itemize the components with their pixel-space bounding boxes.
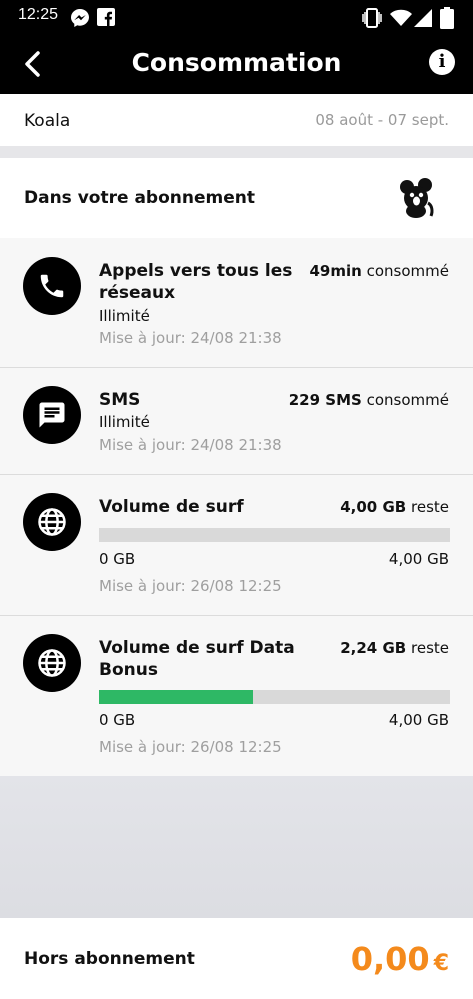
status-bar: 12:25 bbox=[0, 0, 473, 36]
card-title-line1: Volume de surf Data bbox=[99, 638, 295, 658]
usage-value: 229 SMS bbox=[288, 391, 362, 409]
wifi-icon bbox=[390, 9, 412, 27]
bar-min-label: 0 GB bbox=[99, 550, 136, 568]
bar-max-label: 4,00 GB bbox=[388, 711, 449, 729]
subscription-label: Dans votre abonnement bbox=[24, 188, 255, 208]
app-bar: Consommation i bbox=[0, 36, 473, 94]
usage-suffix: reste bbox=[411, 498, 449, 516]
hors-abonnement-label: Hors abonnement bbox=[24, 949, 195, 969]
phone-icon bbox=[40, 274, 64, 298]
calls-icon-circle bbox=[23, 257, 81, 315]
amount-value: 0,00 bbox=[350, 940, 430, 978]
card-subtitle: Illimité bbox=[99, 307, 150, 325]
globe-icon bbox=[38, 649, 66, 677]
usage-suffix: consommé bbox=[366, 262, 449, 280]
card-updated: Mise à jour: 24/08 21:38 bbox=[99, 329, 282, 347]
usage-amount: 229 SMS consommé bbox=[289, 391, 449, 409]
hors-abonnement-amount: 0,00 € bbox=[351, 940, 449, 978]
subscription-header: Dans votre abonnement bbox=[0, 158, 473, 238]
info-icon[interactable]: i bbox=[429, 49, 455, 75]
usage-value: 4,00 GB bbox=[340, 498, 407, 516]
usage-value: 49min bbox=[309, 262, 362, 280]
card-updated: Mise à jour: 24/08 21:38 bbox=[99, 436, 282, 454]
sms-icon-circle bbox=[23, 386, 81, 444]
usage-card-sms[interactable]: SMS 229 SMS consommé Illimité Mise à jou… bbox=[0, 368, 473, 475]
usage-card-data-bonus[interactable]: Volume de surf Data Bonus 2,24 GB reste … bbox=[0, 616, 473, 776]
plan-name: Koala bbox=[24, 111, 71, 131]
usage-amount: 2,24 GB reste bbox=[340, 639, 449, 657]
facebook-icon bbox=[97, 8, 115, 26]
hors-abonnement-row[interactable]: Hors abonnement 0,00 € bbox=[0, 918, 473, 999]
plan-row: Koala 08 août - 07 sept. bbox=[0, 94, 473, 146]
card-updated: Mise à jour: 26/08 12:25 bbox=[99, 738, 282, 756]
usage-suffix: consommé bbox=[366, 391, 449, 409]
usage-card-data[interactable]: Volume de surf 4,00 GB reste 0 GB 4,00 G… bbox=[0, 475, 473, 616]
usage-suffix: reste bbox=[411, 639, 449, 657]
usage-value: 2,24 GB bbox=[340, 639, 407, 657]
card-updated: Mise à jour: 26/08 12:25 bbox=[99, 577, 282, 595]
card-title: Volume de surf bbox=[99, 497, 244, 517]
billing-period: 08 août - 07 sept. bbox=[315, 111, 449, 129]
usage-amount: 4,00 GB reste bbox=[340, 498, 449, 516]
currency-symbol: € bbox=[433, 951, 449, 976]
signal-icon bbox=[414, 9, 432, 27]
bar-min-label: 0 GB bbox=[99, 711, 136, 729]
bar-max-label: 4,00 GB bbox=[388, 550, 449, 568]
battery-icon bbox=[440, 7, 454, 29]
usage-card-calls[interactable]: Appels vers tous les réseaux 49min conso… bbox=[0, 238, 473, 368]
card-subtitle: Illimité bbox=[99, 413, 150, 431]
globe-icon bbox=[38, 508, 66, 536]
koala-mascot-icon bbox=[400, 178, 434, 218]
vibrate-icon bbox=[362, 8, 382, 28]
progress-fill bbox=[99, 690, 254, 704]
card-title: SMS bbox=[99, 390, 141, 410]
messenger-icon bbox=[71, 9, 89, 27]
data-progress-bar bbox=[99, 528, 450, 542]
message-icon bbox=[39, 402, 65, 428]
usage-amount: 49min consommé bbox=[310, 262, 450, 280]
card-title-line2: Bonus bbox=[99, 660, 158, 680]
card-title: Volume de surf Data Bonus bbox=[99, 637, 295, 681]
bonus-icon-circle bbox=[23, 634, 81, 692]
page-title: Consommation bbox=[131, 48, 342, 77]
section-divider bbox=[0, 776, 473, 918]
status-time: 12:25 bbox=[18, 6, 59, 23]
card-title-line2: réseaux bbox=[99, 283, 176, 303]
data-icon-circle bbox=[23, 493, 81, 551]
data-progress-bar bbox=[99, 690, 450, 704]
card-title-line1: Appels vers tous les bbox=[99, 261, 293, 281]
card-title: Appels vers tous les réseaux bbox=[99, 260, 292, 304]
